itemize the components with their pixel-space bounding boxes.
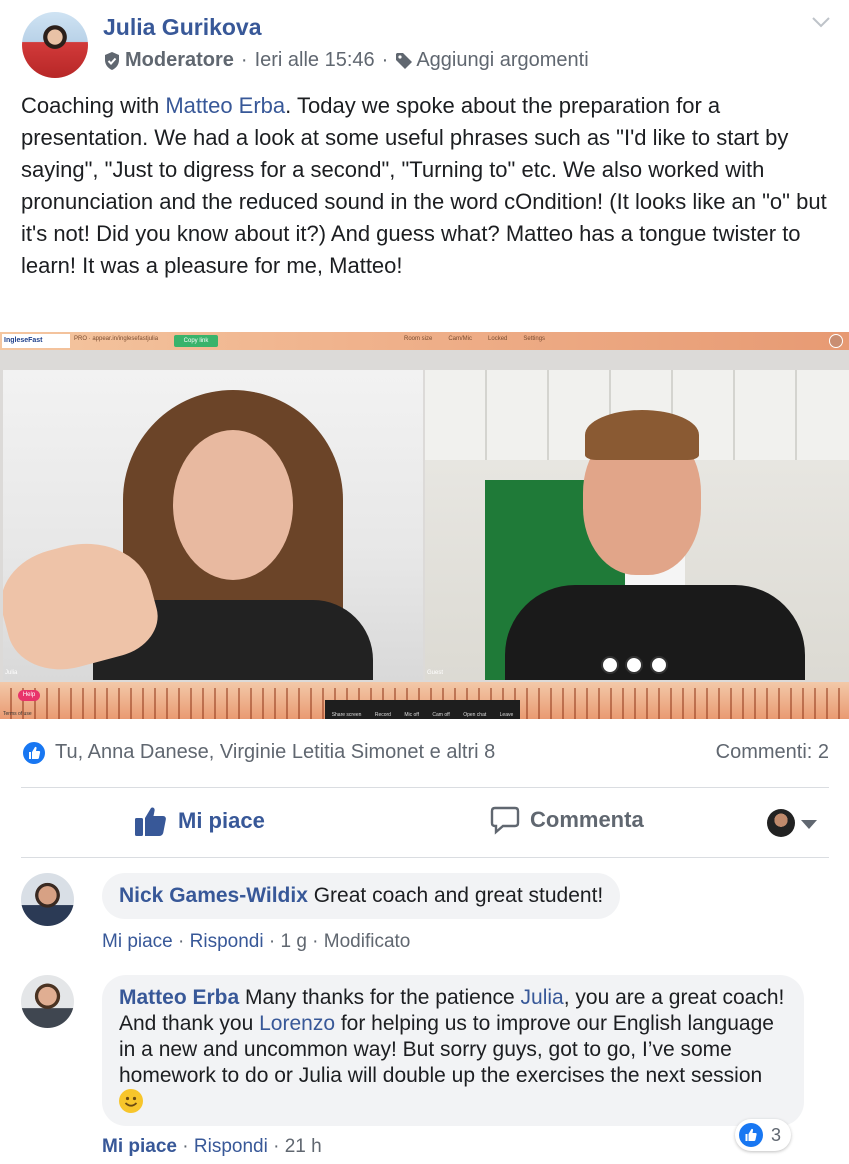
volume-icon — [650, 656, 668, 674]
author-name[interactable]: Julia Gurikova — [103, 14, 262, 41]
reactions-summary: Tu, Anna Danese, Virginie Letitia Simone… — [21, 738, 829, 768]
separator: · — [267, 1136, 285, 1157]
person-hair — [585, 410, 699, 460]
mention-matteo-erba[interactable]: Matteo Erba — [165, 93, 285, 118]
post-header: Julia Gurikova Moderatore · Ieri alle 15… — [22, 12, 832, 82]
comment-icon — [490, 806, 520, 835]
divider — [21, 857, 829, 858]
call-user-avatar — [829, 334, 843, 348]
reaction-count: 3 — [771, 1124, 782, 1145]
tag-icon — [396, 52, 413, 69]
comment-reply-link[interactable]: Rispondi — [194, 1136, 268, 1157]
post-actions: Mi piace Commenta — [21, 795, 829, 853]
moderator-badge: Moderatore — [125, 49, 234, 71]
post-timestamp[interactable]: Ieri alle 15:46 — [255, 49, 375, 72]
author-avatar[interactable] — [22, 12, 88, 78]
comment-label: Commenta — [530, 807, 644, 832]
commenter-avatar[interactable] — [21, 975, 74, 1028]
comment-text: Many thanks for the patience — [239, 986, 521, 1009]
inglesefast-logo: IngleseFast — [2, 334, 70, 348]
post-text-part: . Today we spoke about the preparation f… — [21, 93, 827, 278]
cam-mic-item: Cam/Mic — [448, 336, 473, 342]
comment-bubble: Matteo Erba Many thanks for the patience… — [102, 975, 804, 1126]
mic-off-item: Mic off — [404, 712, 419, 718]
settings-item: Settings — [523, 336, 546, 342]
video-label-julia: Julia — [5, 670, 18, 676]
separator: · — [172, 931, 190, 952]
comment-edited[interactable]: Modificato — [324, 931, 411, 952]
comment-like-link[interactable]: Mi piace — [102, 931, 173, 952]
record-item: Record — [374, 712, 391, 718]
share-screen-item: Share screen — [331, 712, 362, 718]
commenter-avatar[interactable] — [21, 873, 74, 926]
add-topics-link[interactable]: Aggiungi argomenti — [416, 49, 588, 72]
meta-separator: · — [381, 49, 389, 71]
comment-bubble: Nick Games-Wildix Great coach and great … — [102, 873, 621, 919]
comment-as-avatar[interactable] — [767, 809, 795, 837]
post-text: Coaching with Matteo Erba. Today we spok… — [21, 90, 836, 282]
smile-emoji-icon — [119, 1089, 143, 1113]
comment-reply-link[interactable]: Rispondi — [190, 931, 264, 952]
like-button[interactable]: Mi piace — [134, 805, 265, 837]
video-guest: Guest — [425, 370, 849, 680]
mention-lorenzo[interactable]: Lorenzo — [259, 1012, 335, 1035]
comment-actions: Mi piace · Rispondi · 21 h — [102, 1136, 322, 1158]
leave-item: Leave — [499, 712, 514, 718]
cam-off-item: Cam off — [432, 712, 450, 718]
comment-like-link[interactable]: Mi piace — [102, 1136, 177, 1157]
caret-down-icon[interactable] — [801, 820, 817, 829]
comments-count[interactable]: Commenti: 2 — [716, 741, 829, 764]
person-face — [173, 430, 293, 580]
locked-item: Locked — [488, 336, 508, 342]
reactors-list[interactable]: Tu, Anna Danese, Virginie Letitia Simone… — [55, 741, 495, 764]
copy-link-button: Copy link — [174, 335, 218, 347]
like-label: Mi piace — [178, 808, 265, 833]
post-text-part: Coaching with — [21, 93, 166, 118]
comment-button[interactable]: Commenta — [490, 805, 849, 835]
call-dock: Share screen Record Mic off Cam off Open… — [325, 700, 520, 719]
chevron-down-icon[interactable] — [810, 14, 832, 30]
meta-separator: · — [240, 49, 248, 71]
post-meta: Moderatore · Ieri alle 15:46 · Aggiungi … — [103, 49, 589, 72]
like-reaction-icon[interactable] — [21, 740, 47, 766]
fit-icon — [625, 656, 643, 674]
commenter-name[interactable]: Matteo Erba — [119, 986, 239, 1009]
comment-text: Great coach and great student! — [307, 884, 604, 907]
call-topbar: IngleseFast PRO · appear.in/inglesefastj… — [0, 332, 849, 350]
comment-actions: Mi piace · Rispondi · 1 g · Modificato — [102, 931, 410, 953]
commenter-name[interactable]: Nick Games-Wildix — [119, 884, 308, 907]
separator: · — [306, 931, 324, 952]
terms-link: Terms of use — [3, 711, 32, 717]
moderator-shield-icon — [105, 51, 119, 70]
post-photo[interactable]: IngleseFast PRO · appear.in/inglesefastj… — [0, 332, 849, 719]
mention-julia[interactable]: Julia — [521, 986, 564, 1009]
comment-time[interactable]: 1 g — [280, 931, 306, 952]
comment-reactions[interactable]: 3 — [735, 1119, 791, 1151]
fullscreen-icon — [601, 656, 619, 674]
divider — [21, 787, 829, 788]
thumbs-up-icon — [135, 807, 166, 836]
video-label-guest: Guest — [427, 670, 444, 676]
separator: · — [263, 931, 281, 952]
comment-time[interactable]: 21 h — [285, 1136, 322, 1157]
separator: · — [176, 1136, 194, 1157]
video-julia: Julia — [3, 370, 423, 680]
like-reaction-icon — [739, 1123, 763, 1147]
room-url: PRO · appear.in/inglesefastjulia — [74, 336, 159, 342]
room-size-item: Room size — [404, 336, 433, 342]
call-top-menu: Room size Cam/Mic Locked Settings — [404, 336, 545, 342]
help-button: Help — [18, 690, 40, 701]
open-chat-item: Open chat — [463, 712, 487, 718]
